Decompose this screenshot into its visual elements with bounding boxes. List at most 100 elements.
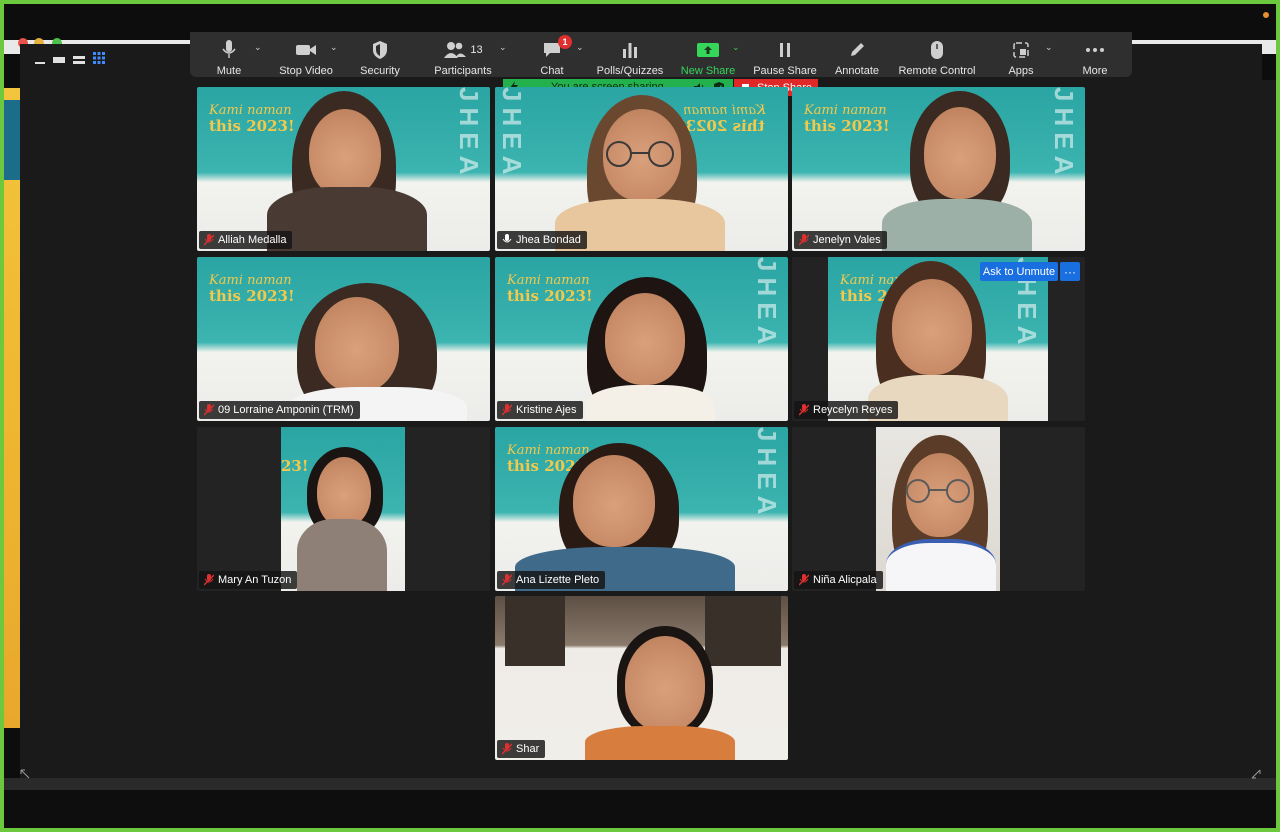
more-button[interactable]: More bbox=[1078, 32, 1112, 77]
backdrop-watermark: this 2023! bbox=[507, 287, 593, 305]
participant-tile[interactable]: Shar bbox=[495, 596, 788, 760]
status-dot bbox=[1263, 12, 1269, 18]
glasses-icon bbox=[900, 479, 980, 508]
participant-tile-active-speaker[interactable]: Kami naman this 2023! JHEA Jhea Bondad bbox=[495, 87, 788, 251]
annotate-button[interactable]: Annotate bbox=[832, 32, 882, 77]
participant-name: Jhea Bondad bbox=[516, 234, 581, 246]
backdrop-watermark: Kami naman bbox=[507, 273, 590, 288]
participant-name: Reycelyn Reyes bbox=[813, 404, 893, 416]
gallery-view-icon[interactable] bbox=[92, 51, 106, 70]
backdrop-watermark: Kami naman bbox=[683, 103, 766, 118]
backdrop-watermark: this 2023! bbox=[804, 117, 890, 135]
participant-video bbox=[495, 596, 788, 760]
meeting-toolbar: Mute ⌄ Stop Video ⌄ Security 13 Particip… bbox=[190, 32, 1132, 77]
polls-quizzes-button[interactable]: Polls/Quizzes bbox=[594, 32, 666, 77]
participant-video: Kami naman this 2023! JHEA bbox=[495, 87, 788, 251]
apps-label: Apps bbox=[1008, 65, 1034, 77]
participant-name-tag: Ana Lizette Pleto bbox=[497, 571, 606, 589]
backdrop-side-text: JHEA bbox=[497, 87, 527, 181]
participant-video: Kami naman this 2023! JHEA bbox=[197, 87, 490, 251]
remote-control-button[interactable]: Remote Control bbox=[896, 32, 978, 77]
apps-button[interactable]: Apps bbox=[1002, 32, 1040, 77]
strip-view-icon[interactable] bbox=[72, 52, 86, 70]
participant-name-tag: 09 Lorraine Amponin (TRM) bbox=[199, 401, 360, 419]
participant-name-tag: Niña Alicpala bbox=[794, 571, 883, 589]
chat-button[interactable]: 1 Chat bbox=[530, 32, 574, 77]
participant-name: Alliah Medalla bbox=[218, 234, 287, 246]
speaker-view-icon[interactable] bbox=[52, 52, 66, 70]
pencil-icon bbox=[848, 38, 866, 62]
video-options-chevron-down-icon[interactable]: ⌄ bbox=[330, 42, 338, 53]
muted-microphone-icon bbox=[202, 234, 216, 246]
mute-button[interactable]: Mute bbox=[204, 32, 254, 77]
backdrop-watermark: Kami naman bbox=[209, 103, 292, 118]
backdrop-side-text: JHEA bbox=[1049, 87, 1079, 181]
chat-chevron-down-icon[interactable]: ⌄ bbox=[576, 42, 584, 53]
participant-video bbox=[876, 427, 1000, 591]
participant-tile[interactable]: Kami naman this 2023! JHEA Reycelyn Reye… bbox=[792, 257, 1085, 421]
chat-unread-badge: 1 bbox=[558, 35, 572, 49]
participant-name-tag: Mary An Tuzon bbox=[199, 571, 298, 589]
backdrop-watermark: this 2023! bbox=[679, 117, 765, 135]
backdrop-side-text: JHEA bbox=[752, 427, 782, 521]
participant-video: Kami naman this 2023! JHEA bbox=[828, 257, 1048, 421]
participant-video: 23! bbox=[281, 427, 405, 591]
desktop-wallpaper bbox=[4, 88, 20, 728]
backdrop-watermark: Kami naman bbox=[804, 103, 887, 118]
annotate-label: Annotate bbox=[834, 65, 880, 77]
participants-chevron-down-icon[interactable]: ⌄ bbox=[499, 42, 507, 53]
bar-chart-icon bbox=[621, 38, 639, 62]
microphone-icon bbox=[221, 38, 237, 62]
participants-label: Participants bbox=[434, 65, 492, 77]
participant-video: Kami naman this 2023! JHEA bbox=[495, 257, 788, 421]
participant-video: Kami naman this 2023! bbox=[197, 257, 490, 421]
more-dots-icon bbox=[1085, 38, 1105, 62]
desktop-edge bbox=[1262, 80, 1276, 780]
muted-microphone-icon bbox=[797, 574, 811, 586]
participant-name-tag: Alliah Medalla bbox=[199, 231, 293, 249]
participant-name-tag: Reycelyn Reyes bbox=[794, 401, 899, 419]
participant-name: 09 Lorraine Amponin (TRM) bbox=[218, 404, 354, 416]
backdrop-side-text: JHEA bbox=[454, 87, 484, 181]
resize-handle-icon[interactable] bbox=[20, 766, 30, 779]
remote-control-label: Remote Control bbox=[898, 65, 976, 77]
pause-icon bbox=[777, 38, 793, 62]
mute-label: Mute bbox=[216, 65, 242, 77]
muted-microphone-icon bbox=[202, 404, 216, 416]
participant-name: Jenelyn Vales bbox=[813, 234, 881, 246]
more-label: More bbox=[1082, 65, 1108, 77]
share-options-chevron-down-icon[interactable]: ⌄ bbox=[732, 42, 740, 53]
participant-tile[interactable]: 23! Mary An Tuzon bbox=[197, 427, 490, 591]
participant-name: Niña Alicpala bbox=[813, 574, 877, 586]
participant-tile[interactable]: Kami naman this 2023! JHEA Alliah Medall… bbox=[197, 87, 490, 251]
chat-bubble-icon: 1 bbox=[542, 35, 572, 62]
participant-tile[interactable]: Niña Alicpala bbox=[792, 427, 1085, 591]
backdrop-side-text: JHEA bbox=[1012, 257, 1042, 351]
participant-name: Shar bbox=[516, 743, 540, 755]
backdrop-side-text: JHEA bbox=[752, 257, 782, 351]
chat-label: Chat bbox=[540, 65, 564, 77]
backdrop-watermark: Kami naman bbox=[209, 273, 292, 288]
new-share-label: New Share bbox=[680, 65, 736, 77]
muted-microphone-icon bbox=[202, 574, 216, 586]
participant-tile[interactable]: Kami naman this 2023! 09 Lorraine Amponi… bbox=[197, 257, 490, 421]
participant-tile[interactable]: Kami naman this 2023! JHEA Kristine Ajes bbox=[495, 257, 788, 421]
participant-tile[interactable]: Kami naman this 2023! JHEA Jenelyn Vales bbox=[792, 87, 1085, 251]
tile-more-options-button[interactable]: ··· bbox=[1060, 262, 1080, 281]
backdrop-watermark: Kami naman bbox=[507, 443, 590, 458]
audio-options-chevron-down-icon[interactable]: ⌄ bbox=[254, 42, 262, 53]
muted-microphone-icon bbox=[797, 404, 811, 416]
resize-handle-icon[interactable] bbox=[1251, 766, 1261, 779]
new-share-button[interactable]: New Share bbox=[678, 32, 738, 77]
security-label: Security bbox=[360, 65, 400, 77]
desktop-bottom bbox=[4, 790, 1276, 828]
apps-chevron-down-icon[interactable]: ⌄ bbox=[1045, 42, 1053, 53]
backdrop-watermark: this 2023! bbox=[209, 287, 295, 305]
minimize-view-icon[interactable] bbox=[34, 52, 46, 70]
stop-video-button[interactable]: Stop Video bbox=[276, 32, 336, 77]
ask-to-unmute-button[interactable]: Ask to Unmute bbox=[980, 262, 1058, 281]
security-button[interactable]: Security bbox=[355, 32, 405, 77]
participant-tile[interactable]: Kami naman this 2023! JHEA Ana Lizette P… bbox=[495, 427, 788, 591]
participants-button[interactable]: 13 Participants bbox=[430, 32, 496, 77]
pause-share-button[interactable]: Pause Share bbox=[752, 32, 818, 77]
